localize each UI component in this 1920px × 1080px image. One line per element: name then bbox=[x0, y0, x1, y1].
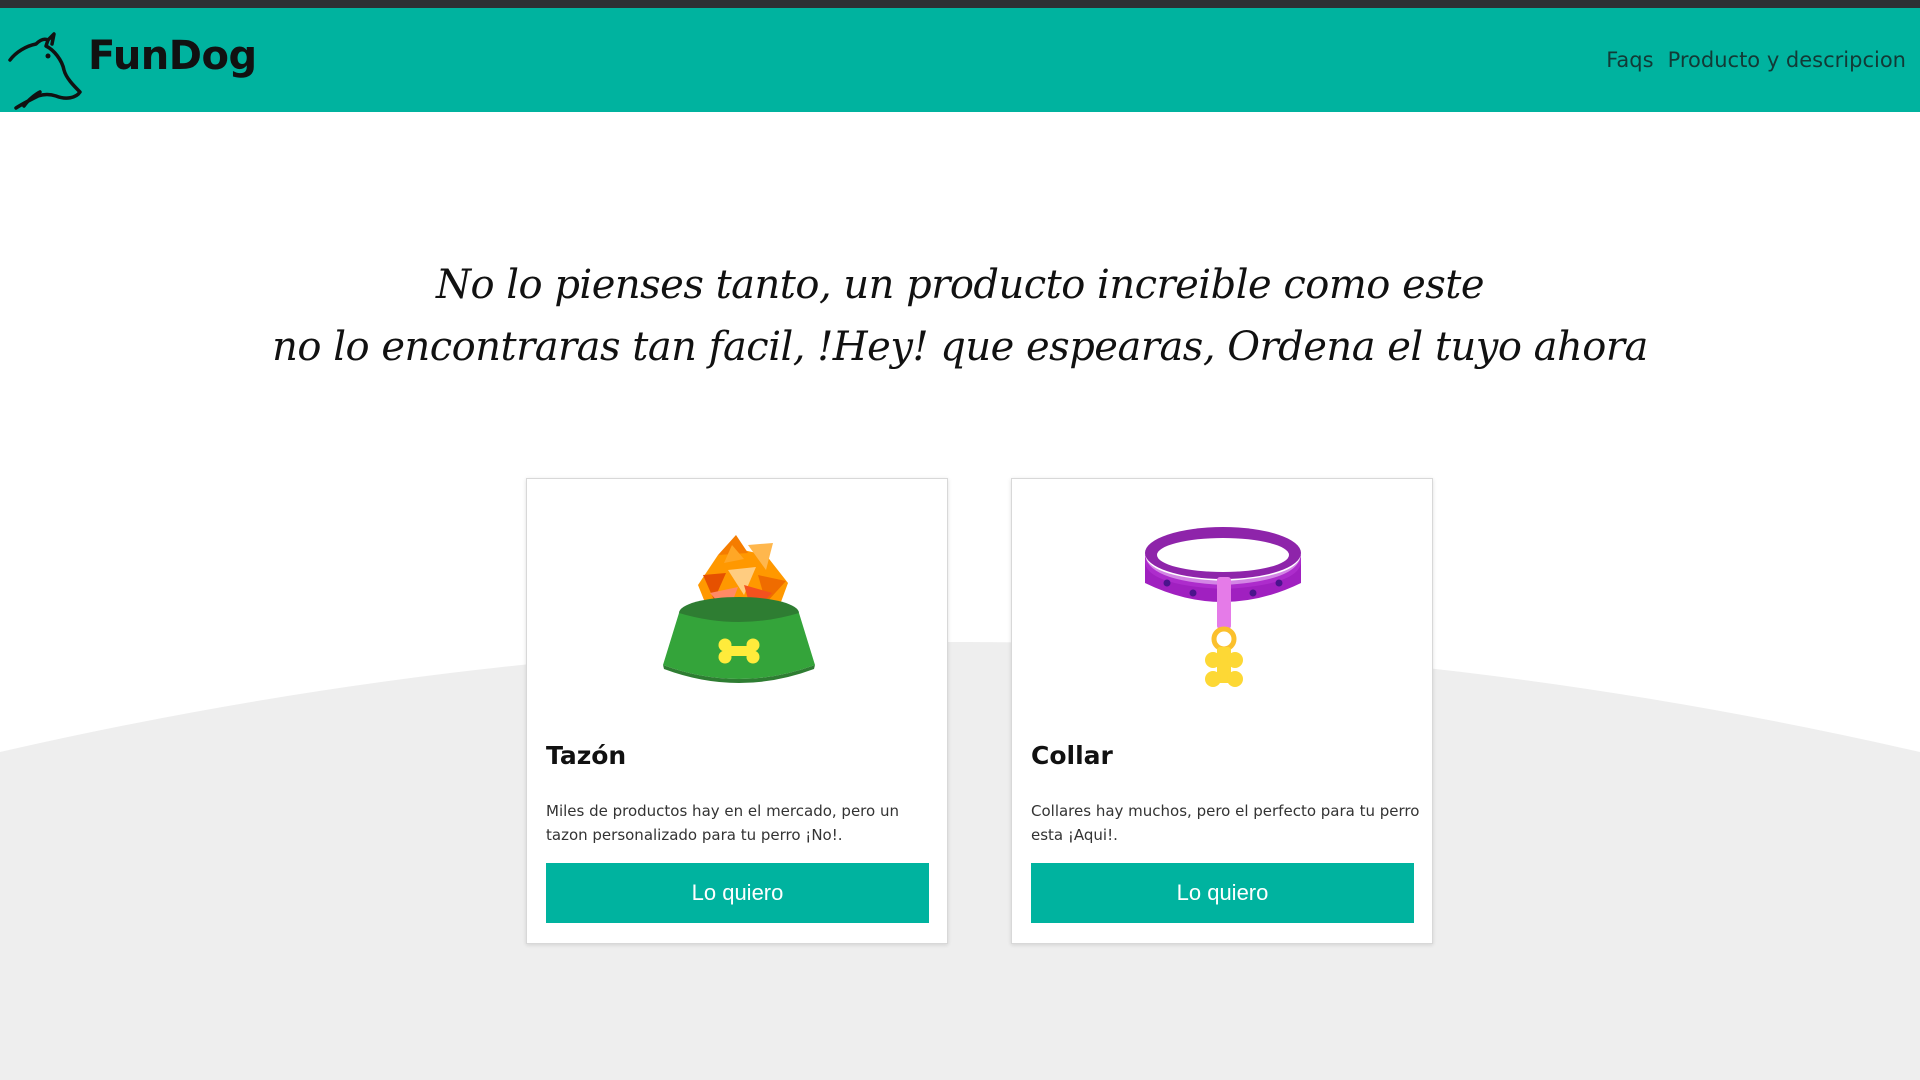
dog-logo-icon bbox=[8, 32, 82, 110]
dog-bowl-icon bbox=[663, 535, 815, 683]
navbar: FunDog Faqs Producto y descripcion bbox=[0, 8, 1920, 112]
main-nav: Faqs Producto y descripcion bbox=[1606, 48, 1906, 72]
product-card-tazon: Tazón Miles de productos hay en el merca… bbox=[526, 478, 948, 944]
dog-collar-icon bbox=[1145, 527, 1301, 687]
card-description: Miles de productos hay en el mercado, pe… bbox=[546, 802, 899, 844]
nav-link-faqs[interactable]: Faqs bbox=[1606, 48, 1653, 72]
background-curve bbox=[0, 642, 1920, 1080]
nav-link-producto[interactable]: Producto y descripcion bbox=[1668, 48, 1906, 72]
brand-name: FunDog bbox=[88, 33, 257, 79]
hero-line-2: no lo encontraras tan facil, !Hey! que e… bbox=[272, 324, 1648, 370]
card-description: Collares hay muchos, pero el perfecto pa… bbox=[1031, 802, 1420, 844]
hero-headline: No lo pienses tanto, un producto increib… bbox=[0, 254, 1920, 378]
card-image bbox=[1012, 515, 1434, 695]
card-title: Tazón bbox=[546, 741, 627, 770]
brand[interactable]: FunDog bbox=[4, 26, 257, 110]
product-card-collar: Collar Collares hay muchos, pero el perf… bbox=[1011, 478, 1433, 944]
lo-quiero-button-collar[interactable]: Lo quiero bbox=[1031, 863, 1414, 923]
lo-quiero-button-tazon[interactable]: Lo quiero bbox=[546, 863, 929, 923]
top-strip bbox=[0, 0, 1920, 8]
hero-line-1: No lo pienses tanto, un producto increib… bbox=[435, 262, 1485, 308]
card-image bbox=[527, 515, 949, 695]
card-title: Collar bbox=[1031, 741, 1113, 770]
page: FunDog Faqs Producto y descripcion No lo… bbox=[0, 0, 1920, 1080]
